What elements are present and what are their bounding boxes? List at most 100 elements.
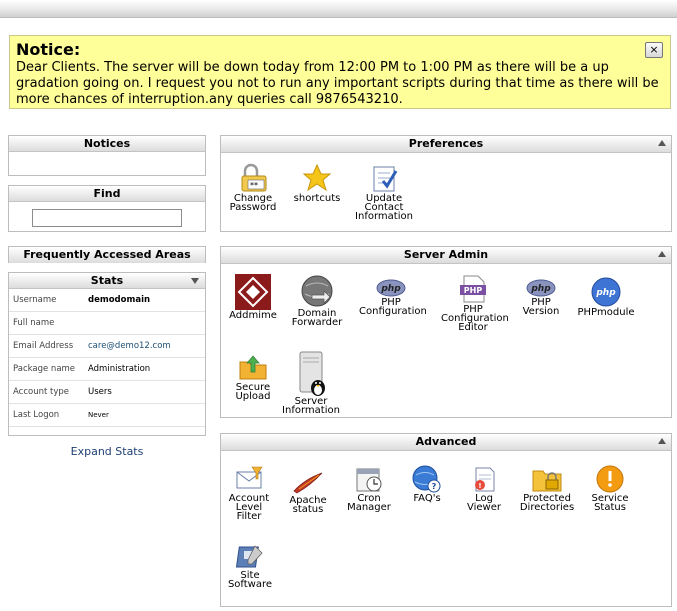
stats-label: Full name bbox=[13, 318, 55, 328]
collapse-arrow-icon[interactable] bbox=[658, 251, 666, 257]
top-header-bar bbox=[0, 0, 677, 18]
preferences-header: Preferences bbox=[221, 136, 671, 153]
stats-row-package: Package name Administration bbox=[9, 358, 205, 381]
php-configuration-editor-item[interactable]: PHP PHP Configuration Editor bbox=[441, 274, 509, 333]
cron-calendar-icon bbox=[356, 468, 382, 492]
item-label: Manager bbox=[347, 502, 391, 513]
svg-text:php: php bbox=[595, 288, 616, 298]
item-label: Filter bbox=[236, 511, 262, 522]
update-contact-item[interactable]: Update Contact Information bbox=[352, 163, 416, 222]
protected-directories-item[interactable]: Protected Directories bbox=[515, 465, 579, 513]
site-software-item[interactable]: Site Software bbox=[218, 542, 282, 590]
stats-value: Never bbox=[88, 411, 109, 419]
apache-status-item[interactable]: Apache status bbox=[276, 469, 340, 515]
notice-banner: Notice: Dear Clients. The server will be… bbox=[9, 35, 671, 109]
find-box: Find bbox=[8, 185, 206, 232]
notices-box: Notices bbox=[8, 135, 206, 176]
stats-row-email: Email Address care@demo12.com bbox=[9, 335, 205, 358]
stats-label: Package name bbox=[13, 364, 76, 374]
warning-icon bbox=[596, 465, 624, 493]
advanced-header: Advanced bbox=[221, 434, 671, 451]
stats-title: Stats bbox=[90, 274, 124, 287]
item-label: Directories bbox=[519, 502, 575, 513]
php-blue-icon: php bbox=[591, 277, 621, 307]
collapse-arrow-icon[interactable] bbox=[658, 438, 666, 444]
stats-label: Account type bbox=[13, 387, 70, 397]
preferences-panel: Preferences ** Change Password shortcuts… bbox=[220, 135, 672, 232]
item-label: Information bbox=[282, 405, 340, 416]
stats-label: Email Address bbox=[13, 341, 74, 351]
item-label: Version bbox=[522, 306, 560, 317]
stats-label: Last Logon bbox=[13, 410, 60, 420]
item-label: shortcuts bbox=[293, 193, 341, 204]
server-information-item[interactable]: Server Information bbox=[279, 350, 343, 416]
expand-stats-link[interactable]: Expand Stats bbox=[8, 445, 206, 458]
php-version-item[interactable]: php PHP Version bbox=[509, 279, 573, 317]
faq-globe-icon: ? bbox=[412, 465, 441, 493]
phpmodule-item[interactable]: php PHPmodule bbox=[574, 277, 638, 318]
log-viewer-item[interactable]: ! Log Viewer bbox=[452, 465, 516, 513]
account-level-filter-item[interactable]: Account Level Filter bbox=[217, 465, 281, 522]
collapse-arrow-icon[interactable] bbox=[191, 278, 199, 284]
advanced-title: Advanced bbox=[415, 435, 477, 448]
shortcuts-item[interactable]: shortcuts bbox=[285, 163, 349, 204]
php-configuration-item[interactable]: php PHP Configuration bbox=[359, 279, 427, 317]
svg-text:!: ! bbox=[478, 482, 481, 490]
notice-message: Dear Clients. The server will be down to… bbox=[16, 60, 659, 107]
php-editor-icon: PHP bbox=[460, 275, 486, 303]
site-software-icon bbox=[235, 545, 263, 568]
php-icon: php bbox=[526, 279, 556, 297]
server-linux-icon bbox=[299, 351, 325, 396]
stats-row-extra bbox=[9, 427, 205, 435]
protected-folder-icon bbox=[532, 470, 562, 492]
item-label: Status bbox=[594, 502, 626, 513]
secure-upload-item[interactable]: Secure Upload bbox=[221, 352, 285, 402]
stats-value: demodomain bbox=[88, 295, 151, 305]
notice-title: Notice: bbox=[16, 40, 81, 59]
apache-feather-icon bbox=[293, 472, 323, 494]
frequent-areas-box[interactable]: Frequently Accessed Areas bbox=[8, 246, 206, 263]
item-label: Upload bbox=[235, 391, 271, 402]
svg-text:php: php bbox=[380, 284, 401, 294]
item-label: Viewer bbox=[467, 502, 501, 513]
item-label: FAQ's bbox=[413, 493, 441, 504]
find-title: Find bbox=[9, 186, 205, 202]
email-link[interactable]: care@demo12.com bbox=[88, 335, 171, 358]
stats-header[interactable]: Stats bbox=[9, 273, 205, 289]
mail-filter-icon bbox=[236, 466, 263, 489]
service-status-item[interactable]: Service Status bbox=[578, 465, 642, 513]
collapse-arrow-icon[interactable] bbox=[658, 140, 666, 146]
find-input[interactable] bbox=[32, 209, 182, 227]
advanced-panel: Advanced Account Level Filter Apache sta… bbox=[220, 433, 672, 607]
item-label: Editor bbox=[458, 322, 488, 333]
cron-manager-item[interactable]: Cron Manager bbox=[337, 465, 401, 513]
server-admin-header: Server Admin bbox=[221, 247, 671, 264]
stats-row-account-type: Account type Users bbox=[9, 381, 205, 404]
frequent-areas-title: Frequently Accessed Areas bbox=[9, 247, 205, 263]
item-label: Software bbox=[227, 579, 273, 590]
contact-form-icon bbox=[373, 166, 398, 192]
addmime-icon bbox=[235, 274, 271, 310]
faqs-item[interactable]: ? FAQ's bbox=[395, 465, 459, 504]
item-label: Forwarder bbox=[291, 317, 343, 328]
stats-value: Users bbox=[88, 387, 112, 397]
addmime-item[interactable]: Addmime bbox=[221, 274, 285, 321]
php-icon: php bbox=[376, 279, 406, 297]
item-label: Configuration bbox=[359, 306, 427, 317]
stats-value: Administration bbox=[88, 364, 151, 374]
notices-title: Notices bbox=[9, 136, 205, 152]
server-admin-panel: Server Admin Addmime Domain Forwarder ph… bbox=[220, 246, 672, 418]
stats-row-fullname: Full name bbox=[9, 312, 205, 335]
domain-forwarder-item[interactable]: Domain Forwarder bbox=[285, 274, 349, 328]
stats-box: Stats Username demodomain Full name Emai… bbox=[8, 272, 206, 436]
item-label: PHPmodule bbox=[577, 307, 635, 318]
change-password-item[interactable]: ** Change Password bbox=[221, 163, 285, 213]
lock-keys-icon: ** bbox=[241, 163, 267, 192]
log-viewer-icon: ! bbox=[475, 467, 495, 492]
stats-row-last-logon: Last Logon Never bbox=[9, 404, 205, 427]
svg-text:PHP: PHP bbox=[464, 286, 483, 295]
svg-text:?: ? bbox=[432, 482, 437, 491]
notice-close-button[interactable]: × bbox=[645, 42, 663, 58]
stats-row-username: Username demodomain bbox=[9, 289, 205, 312]
star-icon bbox=[302, 163, 332, 192]
